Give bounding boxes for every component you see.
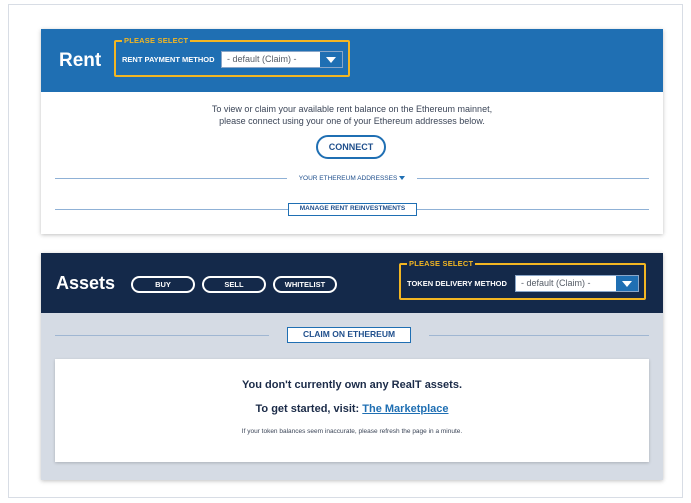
divider [55,178,287,179]
rent-instructions-line2: please connect using your one of your Et… [219,116,485,126]
caret-down-icon [399,176,406,181]
token-delivery-method-select-group: PLEASE SELECT TOKEN DELIVERY METHOD - de… [399,259,646,300]
rent-instructions: To view or claim your available rent bal… [41,103,663,127]
chevron-down-icon[interactable] [320,52,342,67]
divider [417,178,649,179]
dropdown-value: - default (Claim) - [521,278,591,288]
rent-instructions-line1: To view or claim your available rent bal… [211,104,493,114]
divider [55,335,269,336]
rent-payment-method-label: RENT PAYMENT METHOD [122,55,215,64]
buy-button[interactable]: BUY [131,276,195,293]
assets-empty-state: You don't currently own any RealT assets… [55,359,649,462]
rent-payment-method-select-group: PLEASE SELECT RENT PAYMENT METHOD - defa… [114,36,350,77]
token-delivery-method-label: TOKEN DELIVERY METHOD [407,279,507,288]
assets-card: Assets BUY SELL WHITELIST PLEASE SELECT … [41,253,663,480]
divider [55,209,288,210]
dropdown-value: - default (Claim) - [227,54,297,64]
refresh-hint: If your token balances seem inaccurate, … [241,428,463,435]
get-started-prefix: To get started, visit: [255,403,363,415]
marketplace-link[interactable]: The Marketplace [362,403,448,415]
rent-payment-method-dropdown[interactable]: - default (Claim) - [221,51,343,68]
select-legend: PLEASE SELECT [122,36,191,45]
rent-card: Rent PLEASE SELECT RENT PAYMENT METHOD -… [41,29,663,234]
ethereum-addresses-toggle[interactable]: YOUR ETHEREUM ADDRESSES [287,175,417,182]
claim-on-ethereum-button[interactable]: CLAIM ON ETHEREUM [287,327,411,343]
select-legend: PLEASE SELECT [407,259,476,268]
get-started-message: To get started, visit: The Marketplace [55,403,649,415]
assets-header: Assets BUY SELL WHITELIST PLEASE SELECT … [41,253,663,313]
divider [417,209,649,210]
assets-title: Assets [56,273,116,293]
divider [429,335,649,336]
connect-button[interactable]: CONNECT [316,135,386,159]
sell-button[interactable]: SELL [202,276,266,293]
whitelist-button[interactable]: WHITELIST [273,276,337,293]
rent-title: Rent [59,50,102,71]
ethereum-addresses-label: YOUR ETHEREUM ADDRESSES [298,175,398,182]
rent-header: Rent PLEASE SELECT RENT PAYMENT METHOD -… [41,29,663,92]
no-assets-message: You don't currently own any RealT assets… [241,379,463,391]
chevron-down-icon[interactable] [616,276,638,291]
token-delivery-method-dropdown[interactable]: - default (Claim) - [515,275,639,292]
manage-rent-reinvestments-button[interactable]: MANAGE RENT REINVESTMENTS [288,203,417,216]
